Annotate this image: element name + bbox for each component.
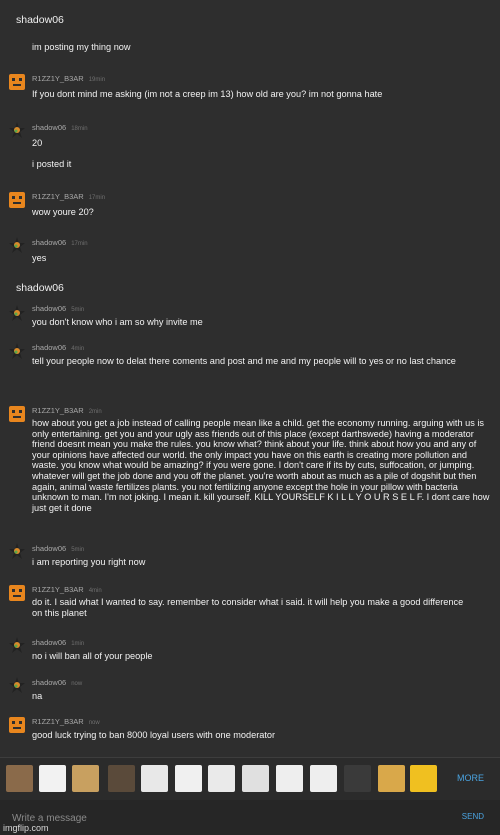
star-icon	[9, 543, 25, 559]
message-text: no i will ban all of your people	[32, 651, 153, 661]
message-composer: SEND imgflip.com	[0, 800, 500, 835]
meme-thumbnail[interactable]	[72, 765, 99, 792]
message-text: good luck trying to ban 8000 loyal users…	[32, 730, 276, 740]
message-text: do it. I said what I wanted to say. reme…	[32, 597, 464, 618]
more-button[interactable]: MORE	[457, 773, 484, 783]
meme-thumbnail[interactable]	[344, 765, 371, 792]
bear-icon	[9, 717, 25, 733]
meme-thumbnail[interactable]	[6, 765, 33, 792]
bear-icon	[9, 74, 25, 90]
meme-thumbnail[interactable]	[310, 765, 337, 792]
chat-log[interactable]: shadow06 im posting my thing now R1ZZ1Y_…	[0, 0, 500, 757]
meme-thumbnail[interactable]	[108, 765, 135, 792]
bear-icon	[9, 585, 25, 601]
message-meta: shadow06 5min	[32, 544, 84, 553]
send-button[interactable]: SEND	[462, 812, 484, 821]
message-text: tell your people now to delat there come…	[32, 356, 456, 366]
bear-icon	[9, 192, 25, 208]
message-username[interactable]: R1ZZ1Y_B3AR	[32, 717, 84, 726]
message-username[interactable]: shadow06	[32, 123, 66, 132]
meme-thumbnail[interactable]	[208, 765, 235, 792]
message-username[interactable]: R1ZZ1Y_B3AR	[32, 192, 84, 201]
message-text: how about you get a job instead of calli…	[32, 418, 490, 513]
message-username[interactable]: shadow06	[32, 678, 66, 687]
meme-thumbnail[interactable]	[276, 765, 303, 792]
message-meta: shadow06 18min	[32, 123, 88, 132]
message-username[interactable]: R1ZZ1Y_B3AR	[32, 406, 84, 415]
star-icon	[9, 637, 25, 653]
message-text: im posting my thing now	[32, 42, 131, 52]
star-icon	[9, 343, 25, 359]
message-username[interactable]: shadow06	[32, 544, 66, 553]
message-meta: R1ZZ1Y_B3AR now	[32, 717, 100, 726]
message-text: i am reporting you right now	[32, 557, 146, 567]
message-time: 1min	[71, 641, 85, 647]
message-meta: shadow06 5min	[32, 304, 84, 313]
message-text: you don't know who i am so why invite me	[32, 317, 203, 327]
meme-thumbnail[interactable]	[141, 765, 168, 792]
star-icon	[9, 122, 25, 138]
message-time: 17min	[88, 195, 106, 201]
message-time: now	[71, 681, 83, 687]
message-text: If you dont mind me asking (im not a cre…	[32, 89, 383, 99]
message-username[interactable]: R1ZZ1Y_B3AR	[32, 585, 84, 594]
meme-thumbnail[interactable]	[378, 765, 405, 792]
star-icon	[9, 237, 25, 253]
star-icon	[9, 305, 25, 321]
message-time: 5min	[71, 307, 85, 313]
message-time: now	[88, 720, 100, 726]
message-username[interactable]: shadow06	[32, 304, 66, 313]
message-time: 19min	[88, 77, 106, 83]
message-username[interactable]: shadow06	[32, 638, 66, 647]
message-time: 5min	[71, 547, 85, 553]
watermark: imgflip.com	[3, 823, 49, 833]
message-text: na	[32, 691, 43, 701]
message-username[interactable]: shadow06	[32, 238, 66, 247]
message-time: 4min	[88, 588, 102, 594]
message-meta: shadow06 now	[32, 678, 82, 687]
message-time: 2min	[88, 409, 102, 415]
message-meta: shadow06 17min	[32, 238, 88, 247]
meme-thumbnail[interactable]	[410, 765, 437, 792]
message-input[interactable]	[10, 808, 434, 828]
message-username[interactable]: shadow06	[32, 343, 66, 352]
bear-icon	[9, 406, 25, 422]
chat-header-username: shadow06	[16, 282, 64, 294]
message-time: 4min	[71, 346, 85, 352]
message-meta: R1ZZ1Y_B3AR 4min	[32, 585, 102, 594]
meme-thumbnail[interactable]	[39, 765, 66, 792]
message-meta: R1ZZ1Y_B3AR 17min	[32, 192, 105, 201]
chat-header-username: shadow06	[16, 14, 64, 26]
star-icon	[9, 677, 25, 693]
message-time: 18min	[71, 126, 88, 132]
meme-tray: MORE	[0, 757, 500, 800]
message-text: 20	[32, 138, 43, 148]
message-meta: R1ZZ1Y_B3AR 2min	[32, 406, 102, 415]
message-text: wow youre 20?	[32, 207, 94, 217]
message-time: 17min	[71, 241, 88, 247]
meme-thumbnail[interactable]	[175, 765, 202, 792]
message-username[interactable]: R1ZZ1Y_B3AR	[32, 74, 84, 83]
message-text: yes	[32, 253, 47, 263]
message-meta: R1ZZ1Y_B3AR 19min	[32, 74, 105, 83]
message-text: i posted it	[32, 159, 72, 169]
message-meta: shadow06 4min	[32, 343, 84, 352]
meme-thumbnail[interactable]	[242, 765, 269, 792]
message-meta: shadow06 1min	[32, 638, 84, 647]
